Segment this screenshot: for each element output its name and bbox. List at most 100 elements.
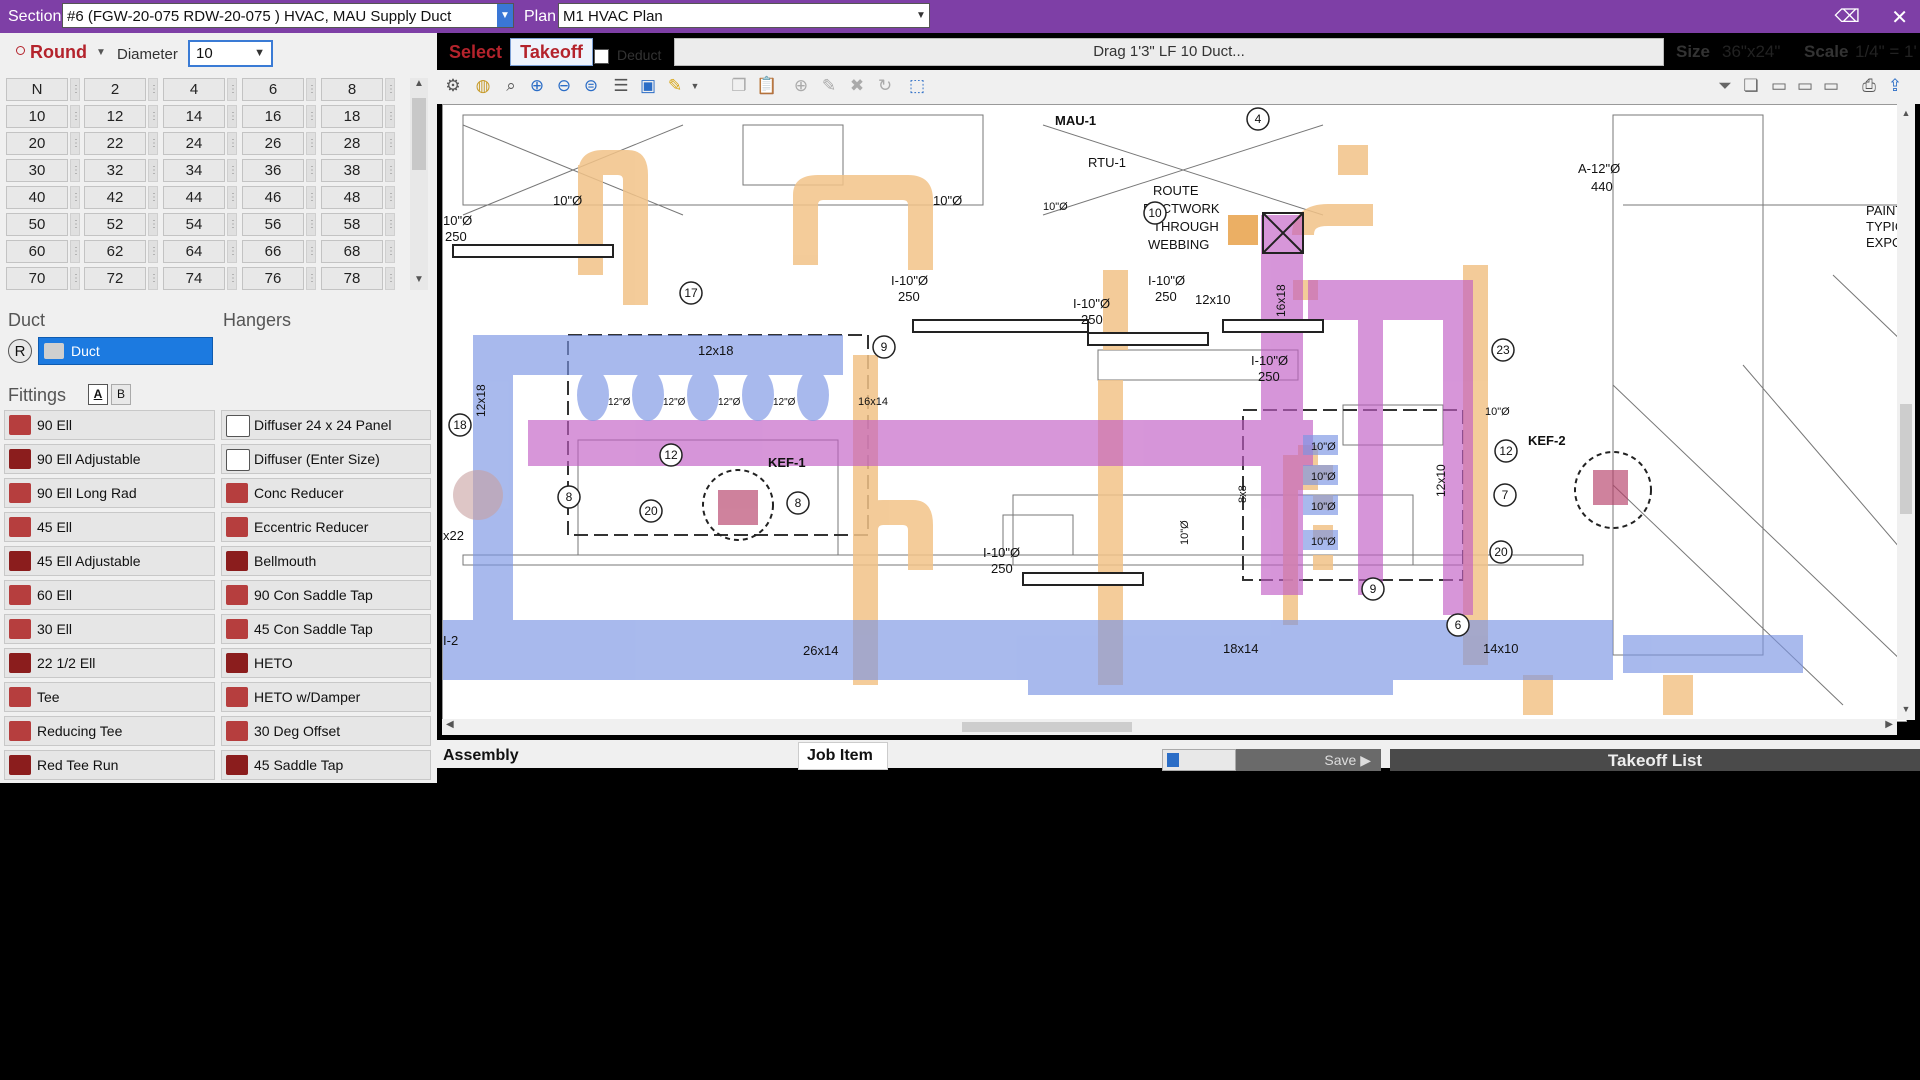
fitting-button[interactable]: HETO w/Damper [221, 682, 431, 712]
fitting-button[interactable]: Conc Reducer [221, 478, 431, 508]
scroll-up-icon[interactable]: ▲ [410, 78, 428, 92]
edit-icon[interactable]: ✎ [817, 74, 841, 98]
size-button[interactable]: 4 [163, 78, 225, 101]
fitting-button[interactable]: 90 Ell [4, 410, 215, 440]
filter-icon[interactable]: ⏷ [1713, 74, 1737, 98]
export-icon[interactable]: ⇪ [1883, 74, 1907, 98]
image-icon[interactable]: ▣ [636, 74, 660, 98]
fitting-button[interactable]: 45 Saddle Tap [221, 750, 431, 780]
size-button[interactable]: 66 [242, 240, 304, 263]
add-icon[interactable]: ⊕ [789, 74, 813, 98]
shape-selector[interactable]: Round [30, 42, 87, 63]
scroll-left-icon[interactable]: ◀ [446, 719, 454, 730]
chevron-down-icon[interactable]: ▼ [683, 74, 707, 98]
scroll-down-icon[interactable]: ▼ [410, 274, 428, 288]
size-button[interactable]: 34 [163, 159, 225, 182]
size-button[interactable]: 18 [321, 105, 383, 128]
section-select[interactable]: #6 (FGW-20-075 RDW-20-075 ) HVAC, MAU Su… [62, 3, 514, 28]
fitting-button[interactable]: 90 Ell Long Rad [4, 478, 215, 508]
takeoff-input[interactable] [1162, 749, 1236, 771]
select-area-icon[interactable]: ◍ [471, 74, 495, 98]
gear-icon[interactable]: ⚙ [441, 74, 465, 98]
size-button[interactable]: N [6, 78, 68, 101]
size-button[interactable]: 74 [163, 267, 225, 290]
select-mode-button[interactable]: Select [449, 42, 502, 63]
size-button[interactable]: 6 [242, 78, 304, 101]
tab-job-item[interactable]: Job Item [798, 742, 888, 770]
size-button[interactable]: 72 [84, 267, 146, 290]
canvas-vertical-scrollbar[interactable]: ▲ ▼ [1897, 104, 1915, 720]
size-button[interactable]: 22 [84, 132, 146, 155]
scroll-right-icon[interactable]: ▶ [1885, 719, 1893, 730]
diameter-select[interactable]: 10 ▼ [188, 40, 273, 67]
zoom-out-icon[interactable]: ⊖ [552, 74, 576, 98]
layers-icon[interactable]: ❏ [1739, 74, 1763, 98]
fitting-button[interactable]: Red Tee Run [4, 750, 215, 780]
tab2-icon[interactable]: ▭ [1793, 74, 1817, 98]
size-button[interactable]: 54 [163, 213, 225, 236]
zoom-icon[interactable]: ⌕ [499, 74, 523, 98]
list-icon[interactable]: ☰ [609, 74, 633, 98]
size-button[interactable]: 78 [321, 267, 383, 290]
fitting-button[interactable]: Tee [4, 682, 215, 712]
fitting-button[interactable]: Bellmouth [221, 546, 431, 576]
fitting-button[interactable]: 45 Con Saddle Tap [221, 614, 431, 644]
round-toggle-button[interactable]: R [8, 339, 32, 363]
print-icon[interactable]: ⎙ [1857, 74, 1881, 98]
size-button[interactable]: 36 [242, 159, 304, 182]
size-button[interactable]: 46 [242, 186, 304, 209]
drawing-canvas[interactable]: MAU-1 RTU-1 ROUTE DUCTWORK THROUGH WEBBI… [442, 104, 1907, 722]
size-button[interactable]: 30 [6, 159, 68, 182]
backspace-icon[interactable]: ⌫ [1835, 6, 1860, 27]
fitting-button[interactable]: 60 Ell [4, 580, 215, 610]
size-button[interactable]: 60 [6, 240, 68, 263]
deduct-checkbox[interactable] [594, 49, 609, 64]
size-button[interactable]: 76 [242, 267, 304, 290]
size-button[interactable]: 44 [163, 186, 225, 209]
close-icon[interactable]: ✕ [1891, 5, 1908, 30]
tab-assembly[interactable]: Assembly [443, 742, 536, 770]
size-button[interactable]: 56 [242, 213, 304, 236]
size-button[interactable]: 42 [84, 186, 146, 209]
save-button[interactable]: Save ▶ [1236, 749, 1381, 771]
size-button[interactable]: 20 [6, 132, 68, 155]
fitting-button[interactable]: 90 Ell Adjustable [4, 444, 215, 474]
size-button[interactable]: 24 [163, 132, 225, 155]
scroll-thumb[interactable] [962, 722, 1132, 732]
size-button[interactable]: 48 [321, 186, 383, 209]
size-button[interactable]: 16 [242, 105, 304, 128]
fitting-button[interactable]: 22 1/2 Ell [4, 648, 215, 678]
size-button[interactable]: 40 [6, 186, 68, 209]
size-button[interactable]: 58 [321, 213, 383, 236]
size-button[interactable]: 62 [84, 240, 146, 263]
tab3-icon[interactable]: ▭ [1819, 74, 1843, 98]
fitting-button[interactable]: Reducing Tee [4, 716, 215, 746]
size-button[interactable]: 10 [6, 105, 68, 128]
takeoff-mode-button[interactable]: Takeoff [510, 38, 593, 66]
size-button[interactable]: 8 [321, 78, 383, 101]
copy-icon[interactable]: ❐ [727, 74, 751, 98]
size-button[interactable]: 12 [84, 105, 146, 128]
fitting-button[interactable]: HETO [221, 648, 431, 678]
fitting-button[interactable]: Diffuser (Enter Size) [221, 444, 431, 474]
chevron-down-icon[interactable]: ▼ [96, 47, 106, 58]
scroll-thumb[interactable] [412, 98, 426, 170]
duct-item-button[interactable]: Duct [38, 337, 213, 365]
size-button[interactable]: 28 [321, 132, 383, 155]
fitting-button[interactable]: Diffuser 24 x 24 Panel [221, 410, 431, 440]
size-button[interactable]: 32 [84, 159, 146, 182]
fittings-tab-a[interactable]: A [88, 384, 108, 405]
size-button[interactable]: 38 [321, 159, 383, 182]
size-button[interactable]: 52 [84, 213, 146, 236]
size-scrollbar[interactable]: ▲ ▼ [410, 78, 428, 290]
selection-box-icon[interactable]: ⬚ [905, 74, 929, 98]
canvas-horizontal-scrollbar[interactable]: ◀ ▶ [442, 719, 1897, 735]
scroll-thumb[interactable] [1900, 404, 1912, 514]
fitting-button[interactable]: 45 Ell [4, 512, 215, 542]
fitting-button[interactable]: 30 Deg Offset [221, 716, 431, 746]
delete-icon[interactable]: ✖ [845, 74, 869, 98]
size-button[interactable]: 70 [6, 267, 68, 290]
fitting-button[interactable]: 90 Con Saddle Tap [221, 580, 431, 610]
zoom-in-icon[interactable]: ⊕ [525, 74, 549, 98]
plan-select[interactable]: M1 HVAC Plan ▼ [558, 3, 930, 28]
